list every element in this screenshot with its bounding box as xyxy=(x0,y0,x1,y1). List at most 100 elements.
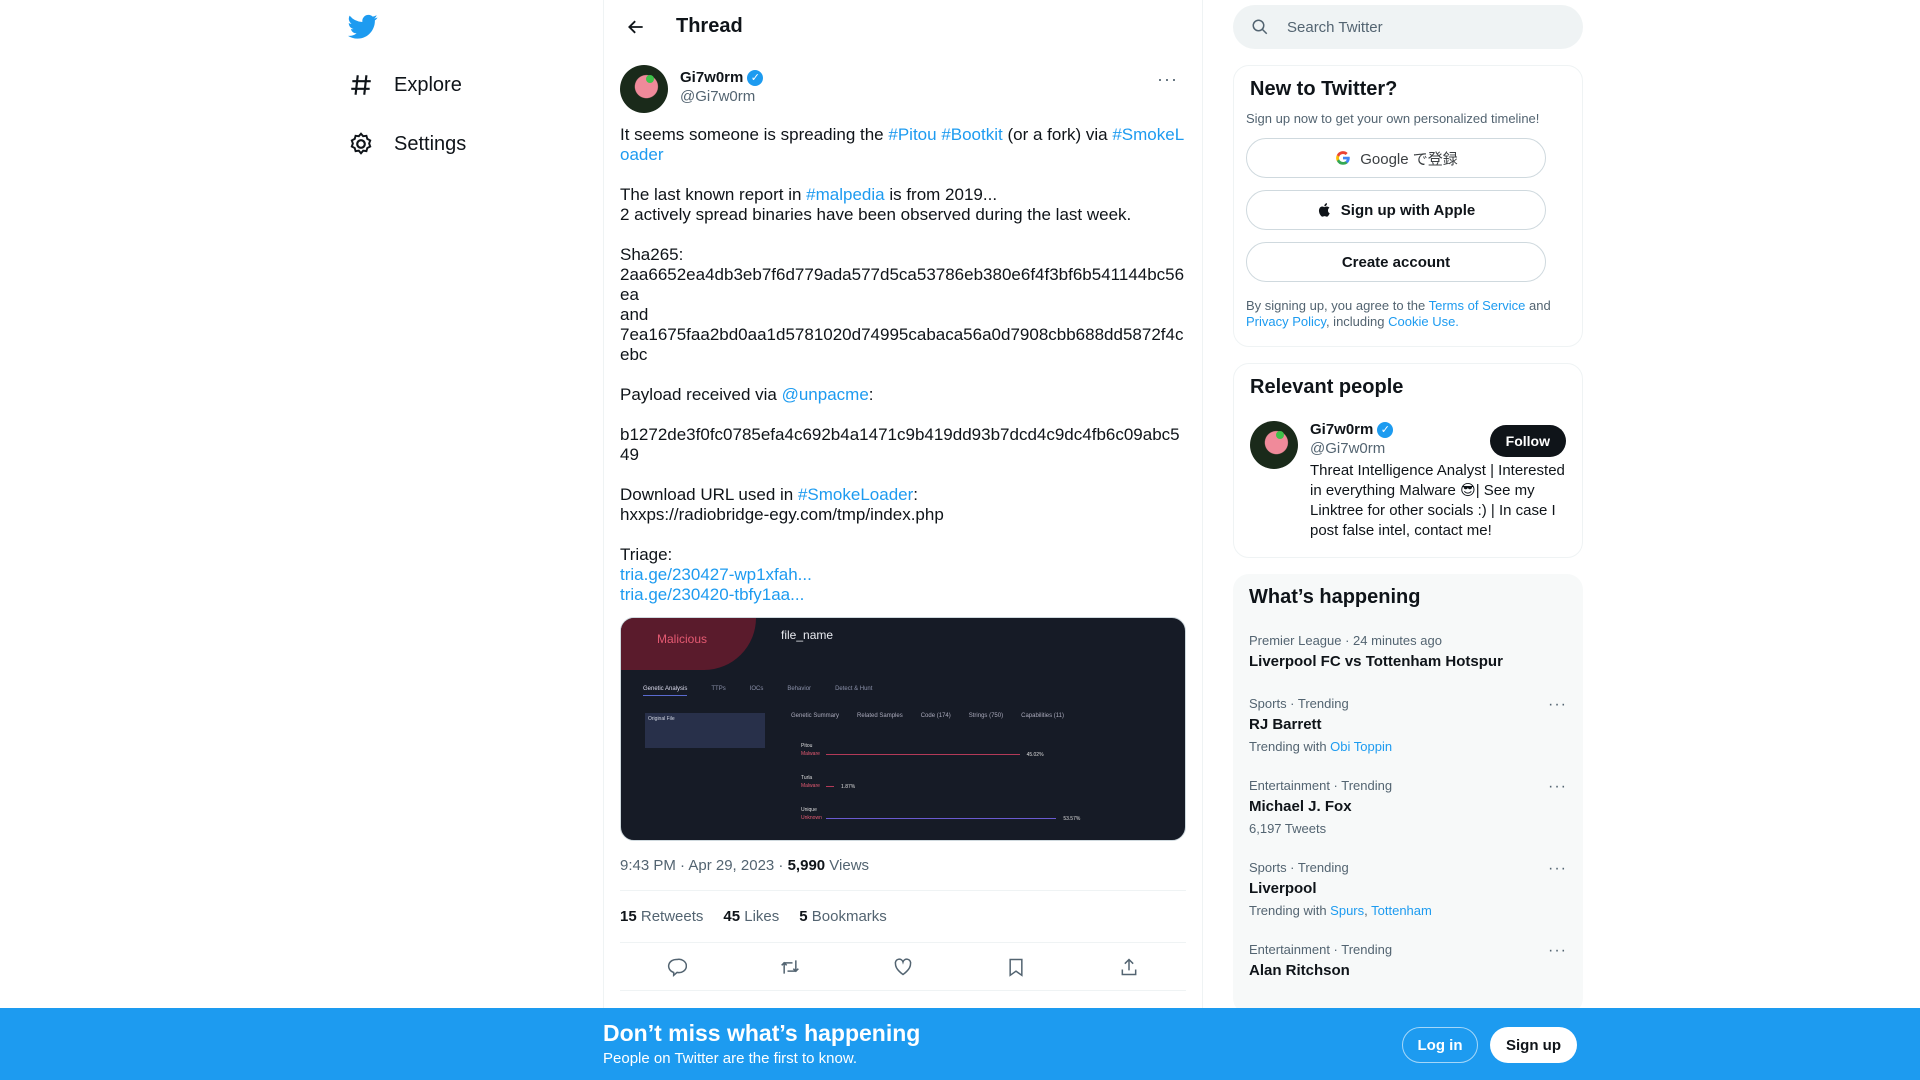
legal-text: By signing up, you agree to the Terms of… xyxy=(1246,298,1551,329)
more-options-icon[interactable]: ··· xyxy=(1157,69,1178,90)
search-input[interactable] xyxy=(1287,18,1547,36)
trend-item[interactable]: Entertainment · Trending Michael J. Fox 6,… xyxy=(1233,766,1583,848)
share-icon xyxy=(1121,957,1137,975)
nav-settings-label: Settings xyxy=(394,132,467,155)
timestamp[interactable]: 9:43 PM · Apr 29, 2023 · xyxy=(620,857,788,874)
media-subtab: Related Samples xyxy=(857,713,903,719)
share-button[interactable] xyxy=(1112,950,1146,984)
media-tab: TTPs xyxy=(711,686,726,692)
hashtag-link[interactable]: #Bootkit xyxy=(941,125,1002,144)
google-signup-button[interactable]: Google で登録 xyxy=(1246,138,1546,178)
hashtag-icon xyxy=(351,75,371,95)
url-text: hxxps://radiobridge-egy.com/tmp/index.ph… xyxy=(620,505,944,524)
media-tab: Genetic Analysis xyxy=(643,686,688,696)
banner-subtitle: People on Twitter are the first to know. xyxy=(603,1050,858,1067)
bookmark-icon xyxy=(1009,958,1023,977)
signup-title: New to Twitter? xyxy=(1250,78,1398,100)
media-subtab: Capabilities (11) xyxy=(1021,713,1065,719)
family-type: Malware xyxy=(801,783,820,789)
author-handle[interactable]: @Gi7w0rm xyxy=(680,88,763,105)
tweet-text: It seems someone is spreading the #Pitou… xyxy=(620,125,1188,605)
relevant-title: Relevant people xyxy=(1250,376,1404,398)
text: (or a fork) via xyxy=(1002,125,1113,144)
trend-category: Sports · Trending xyxy=(1249,696,1349,711)
nav-settings[interactable]: Settings xyxy=(348,131,466,157)
follow-button[interactable]: Follow xyxy=(1489,425,1566,457)
text: and xyxy=(620,305,649,324)
trend-link[interactable]: Obi Toppin xyxy=(1330,739,1392,754)
triage-link[interactable]: tria.ge/230420-tbfy1aa... xyxy=(620,585,804,604)
family-name: Unique xyxy=(801,807,817,813)
media-tab: Behavior xyxy=(787,686,812,692)
bookmark-button[interactable] xyxy=(999,950,1033,984)
text: It seems someone is spreading the xyxy=(620,125,889,144)
trend-item[interactable]: Sports · Trending Liverpool Trending with … xyxy=(1233,848,1583,930)
trend-title: Liverpool FC vs Tottenham Hotspur xyxy=(1249,653,1503,670)
retweet-button[interactable] xyxy=(773,950,807,984)
bookmarks-stat[interactable]: 5 Bookmarks xyxy=(799,908,887,925)
trend-link[interactable]: Spurs xyxy=(1330,903,1364,918)
mention-link[interactable]: @unpacme xyxy=(782,385,869,404)
retweets-stat[interactable]: 15 Retweets xyxy=(620,908,703,925)
trend-item[interactable]: Sports · Trending RJ Barrett Trending with… xyxy=(1233,684,1583,766)
family-bar xyxy=(826,818,1057,819)
login-button[interactable]: Log in xyxy=(1402,1027,1478,1063)
file-name-label: file_name xyxy=(781,628,834,642)
trends-title: What’s happening xyxy=(1249,586,1421,608)
privacy-link[interactable]: Privacy Policy xyxy=(1246,314,1326,329)
thread-column: Thread Gi7w0rm ✓ @Gi7w0rm ··· It seems so… xyxy=(603,0,1203,1080)
hashtag-link[interactable]: #malpedia xyxy=(806,185,884,204)
search-box[interactable] xyxy=(1233,5,1583,49)
media-subtabs: Genetic Summary Related Samples Code (174)… xyxy=(791,713,1064,719)
nav-explore[interactable]: Explore xyxy=(348,72,462,98)
create-account-button[interactable]: Create account xyxy=(1246,242,1546,282)
signup-button[interactable]: Sign up xyxy=(1490,1027,1577,1063)
hashtag-link[interactable]: #Pitou xyxy=(888,125,936,144)
more-options-icon[interactable]: ··· xyxy=(1548,778,1567,796)
back-button[interactable] xyxy=(620,11,652,43)
text: Sha265: xyxy=(620,245,684,264)
text: Download URL used in xyxy=(620,485,798,504)
trend-category: Entertainment · Trending xyxy=(1249,942,1393,957)
like-button[interactable] xyxy=(886,950,920,984)
reply-button[interactable] xyxy=(660,950,694,984)
media-tabs: Genetic Analysis TTPs IOCs Behavior Detect &… xyxy=(643,686,872,696)
media-tab: Detect & Hunt xyxy=(835,686,873,692)
family-type: Unknown xyxy=(801,815,822,821)
hash-text: b1272de3f0fc0785efa4c692b4a1471c9b419dd9… xyxy=(620,425,1180,464)
person-name[interactable]: Gi7w0rm xyxy=(1310,421,1373,438)
verified-badge-icon: ✓ xyxy=(1377,421,1394,438)
more-options-icon[interactable]: ··· xyxy=(1548,696,1567,714)
apple-signup-button[interactable]: Sign up with Apple xyxy=(1246,190,1546,230)
more-options-icon[interactable]: ··· xyxy=(1548,942,1567,960)
trend-link[interactable]: Tottenham xyxy=(1371,903,1432,918)
text: Triage: xyxy=(620,545,673,564)
more-options-icon[interactable]: ··· xyxy=(1548,860,1567,878)
trend-item[interactable]: Premier League · 24 minutes ago Liverpool… xyxy=(1233,621,1583,684)
text: : xyxy=(868,385,874,404)
tweet-stats: 15 Retweets 45 Likes 5 Bookmarks xyxy=(620,891,1186,943)
twitter-bird-icon[interactable] xyxy=(348,14,378,40)
views-count: 5,990 xyxy=(787,857,826,874)
trend-title: Liverpool xyxy=(1249,880,1317,897)
cookie-link[interactable]: Cookie Use. xyxy=(1388,314,1459,329)
avatar[interactable] xyxy=(620,65,668,113)
terms-link[interactable]: Terms of Service xyxy=(1429,298,1526,313)
trend-item[interactable]: Entertainment · Trending Alan Ritchson ··· xyxy=(1233,930,1583,993)
avatar[interactable] xyxy=(1250,421,1298,469)
family-bar xyxy=(826,754,1020,755)
likes-stat[interactable]: 45 Likes xyxy=(723,908,779,925)
person-item[interactable]: Gi7w0rm ✓ @Gi7w0rm Threat Intelligence An… xyxy=(1246,421,1570,541)
trend-category: Entertainment · Trending xyxy=(1249,778,1393,793)
signup-card: New to Twitter? Sign up now to get your … xyxy=(1233,65,1583,347)
triage-link[interactable]: tria.ge/230427-wp1xfah... xyxy=(620,565,812,584)
reply-icon xyxy=(667,958,687,977)
author-name[interactable]: Gi7w0rm xyxy=(680,69,743,86)
hashtag-link[interactable]: #SmokeLoader xyxy=(798,485,913,504)
right-sidebar: New to Twitter? Sign up now to get your … xyxy=(1233,0,1583,1014)
trend-extra: Trending with Spurs, Tottenham xyxy=(1249,903,1432,918)
trend-extra: 6,197 Tweets xyxy=(1249,821,1327,836)
page-title: Thread xyxy=(676,15,743,37)
gear-icon xyxy=(350,132,372,155)
tweet-image[interactable]: Malicious file_name Genetic Analysis TTPs… xyxy=(620,617,1186,841)
